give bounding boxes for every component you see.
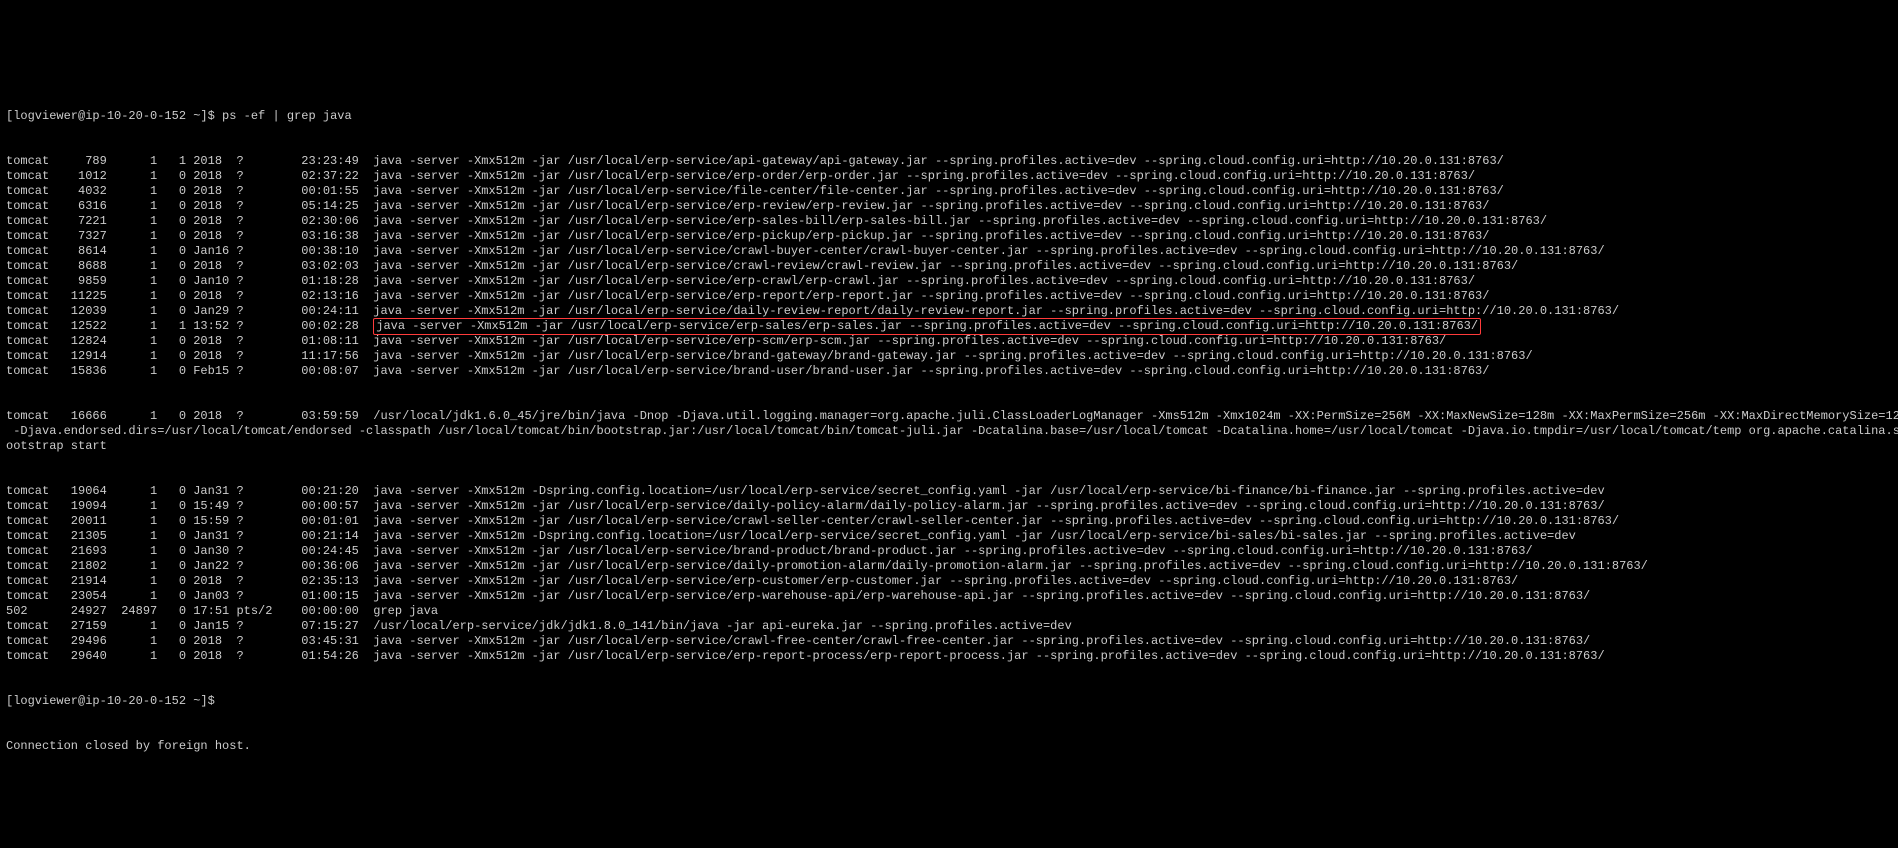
shell-prompt: [logviewer@ip-10-20-0-152 ~]$: [6, 109, 222, 123]
process-row: tomcat 27159 1 0 Jan15 ? 07:15:27 /usr/l…: [6, 619, 1892, 634]
process-row: tomcat 21914 1 0 2018 ? 02:35:13 java -s…: [6, 574, 1892, 589]
process-row: tomcat 6316 1 0 2018 ? 05:14:25 java -se…: [6, 199, 1892, 214]
process-row: tomcat 20011 1 0 15:59 ? 00:01:01 java -…: [6, 514, 1892, 529]
process-row: tomcat 12522 1 1 13:52 ? 00:02:28 java -…: [6, 319, 1892, 334]
process-list-block-1: tomcat 789 1 1 2018 ? 23:23:49 java -ser…: [6, 154, 1892, 379]
highlighted-process: java -server -Xmx512m -jar /usr/local/er…: [373, 318, 1481, 335]
process-row: tomcat 23054 1 0 Jan03 ? 01:00:15 java -…: [6, 589, 1892, 604]
process-row: tomcat 789 1 1 2018 ? 23:23:49 java -ser…: [6, 154, 1892, 169]
shell-command: ps -ef | grep java: [222, 109, 352, 123]
process-row: tomcat 21693 1 0 Jan30 ? 00:24:45 java -…: [6, 544, 1892, 559]
process-row: tomcat 7221 1 0 2018 ? 02:30:06 java -se…: [6, 214, 1892, 229]
process-row: tomcat 11225 1 0 2018 ? 02:13:16 java -s…: [6, 289, 1892, 304]
terminal-output: [logviewer@ip-10-20-0-152 ~]$ ps -ef | g…: [0, 75, 1898, 773]
process-row: tomcat 15836 1 0 Feb15 ? 00:08:07 java -…: [6, 364, 1892, 379]
connection-closed: Connection closed by foreign host.: [6, 739, 1892, 754]
process-row: tomcat 21802 1 0 Jan22 ? 00:36:06 java -…: [6, 559, 1892, 574]
process-row: tomcat 9859 1 0 Jan10 ? 01:18:28 java -s…: [6, 274, 1892, 289]
process-row-continuation: -Djava.endorsed.dirs=/usr/local/tomcat/e…: [6, 424, 1892, 439]
trailing-prompt: [logviewer@ip-10-20-0-152 ~]$: [6, 694, 1892, 709]
process-row: tomcat 7327 1 0 2018 ? 03:16:38 java -se…: [6, 229, 1892, 244]
process-row: tomcat 12039 1 0 Jan29 ? 00:24:11 java -…: [6, 304, 1892, 319]
process-row: 502 24927 24897 0 17:51 pts/2 00:00:00 g…: [6, 604, 1892, 619]
process-row: tomcat 21305 1 0 Jan31 ? 00:21:14 java -…: [6, 529, 1892, 544]
process-row: tomcat 29496 1 0 2018 ? 03:45:31 java -s…: [6, 634, 1892, 649]
process-long-row: tomcat 16666 1 0 2018 ? 03:59:59 /usr/lo…: [6, 409, 1892, 454]
process-row-continuation: ootstrap start: [6, 439, 1892, 454]
process-row: tomcat 4032 1 0 2018 ? 00:01:55 java -se…: [6, 184, 1892, 199]
process-row: tomcat 8688 1 0 2018 ? 03:02:03 java -se…: [6, 259, 1892, 274]
process-list-block-2: tomcat 19064 1 0 Jan31 ? 00:21:20 java -…: [6, 484, 1892, 664]
process-row: tomcat 12914 1 0 2018 ? 11:17:56 java -s…: [6, 349, 1892, 364]
process-row: tomcat 1012 1 0 2018 ? 02:37:22 java -se…: [6, 169, 1892, 184]
process-row: tomcat 19064 1 0 Jan31 ? 00:21:20 java -…: [6, 484, 1892, 499]
process-row: tomcat 12824 1 0 2018 ? 01:08:11 java -s…: [6, 334, 1892, 349]
command-line: [logviewer@ip-10-20-0-152 ~]$ ps -ef | g…: [6, 109, 1892, 124]
process-row: tomcat 29640 1 0 2018 ? 01:54:26 java -s…: [6, 649, 1892, 664]
process-row: tomcat 16666 1 0 2018 ? 03:59:59 /usr/lo…: [6, 409, 1892, 424]
process-row: tomcat 8614 1 0 Jan16 ? 00:38:10 java -s…: [6, 244, 1892, 259]
process-row: tomcat 19094 1 0 15:49 ? 00:00:57 java -…: [6, 499, 1892, 514]
